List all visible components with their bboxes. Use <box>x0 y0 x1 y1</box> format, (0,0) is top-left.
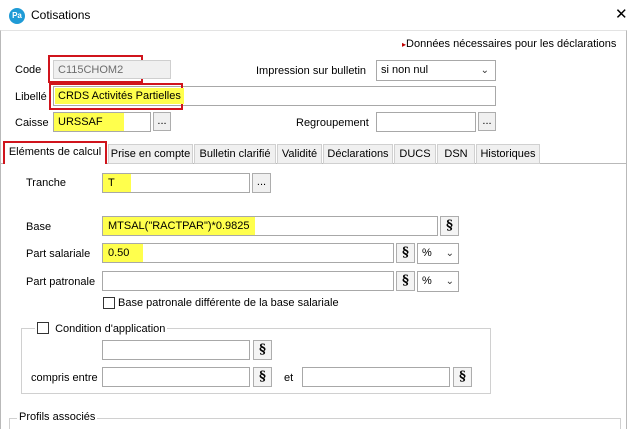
part-patronale-unit: % <box>422 275 432 287</box>
chevron-down-icon: ⌄ <box>445 276 454 287</box>
base-patronale-checkbox[interactable] <box>103 297 115 309</box>
libelle-label: Libellé <box>15 91 47 103</box>
required-fields-note: ▸Données nécessaires pour les déclaratio… <box>402 38 616 50</box>
condition-field[interactable] <box>102 340 250 360</box>
compris-entre-max-formula-button[interactable]: § <box>453 367 472 387</box>
tranche-lookup-button[interactable]: ... <box>252 173 271 193</box>
impression-value: si non nul <box>381 64 429 76</box>
app-logo-icon: Pa <box>9 8 25 24</box>
compris-entre-min-field[interactable] <box>102 367 250 387</box>
part-patronale-formula-button[interactable]: § <box>396 271 415 291</box>
caisse-lookup-button[interactable]: ... <box>153 112 171 131</box>
regroupement-lookup-button[interactable]: ... <box>478 112 496 131</box>
profils-group <box>9 418 621 429</box>
condition-checkbox[interactable] <box>37 322 49 334</box>
compris-entre-max-field[interactable] <box>302 367 450 387</box>
profils-legend: Profils associés <box>17 411 98 423</box>
tranche-label: Tranche <box>26 177 66 189</box>
part-salariale-unit-select[interactable]: % ⌄ <box>417 243 459 264</box>
base-value: MTSAL("RACTPAR")*0.9825 <box>103 217 255 235</box>
tab-validite[interactable]: Validité <box>277 144 322 164</box>
regroupement-field[interactable] <box>376 112 476 132</box>
regroupement-label: Regroupement <box>296 117 369 129</box>
window-title: Cotisations <box>31 8 91 22</box>
libelle-value: CRDS Activités Partielles <box>55 88 184 104</box>
close-icon[interactable]: ✕ <box>615 5 628 23</box>
condition-legend: Condition d'application <box>35 322 168 336</box>
caisse-label: Caisse <box>15 117 49 129</box>
tab-declarations[interactable]: Déclarations <box>323 144 393 164</box>
base-label: Base <box>26 221 52 233</box>
tab-historiques[interactable]: Historiques <box>476 144 540 164</box>
base-patronale-label: Base patronale différente de la base sal… <box>118 297 339 309</box>
part-salariale-unit: % <box>422 247 432 259</box>
part-salariale-value: 0.50 <box>103 244 143 262</box>
tab-bulletin-clarifie[interactable]: Bulletin clarifié <box>194 144 276 164</box>
tab-ducs[interactable]: DUCS <box>394 144 436 164</box>
tab-prise-en-compte[interactable]: Prise en compte <box>108 144 193 164</box>
chevron-down-icon: ⌄ <box>480 65 489 76</box>
part-salariale-formula-button[interactable]: § <box>396 243 415 263</box>
compris-entre-min-formula-button[interactable]: § <box>253 367 272 387</box>
tranche-value: T <box>103 174 131 192</box>
part-patronale-label: Part patronale <box>26 276 96 288</box>
part-salariale-label: Part salariale <box>26 248 91 260</box>
tab-dsn[interactable]: DSN <box>437 144 475 164</box>
compris-entre-label: compris entre <box>31 372 98 384</box>
condition-legend-text: Condition d'application <box>55 323 166 335</box>
impression-label: Impression sur bulletin <box>256 65 367 77</box>
condition-formula-button[interactable]: § <box>253 340 272 360</box>
et-label: et <box>284 372 294 384</box>
chevron-down-icon: ⌄ <box>445 248 454 259</box>
caisse-value: URSSAF <box>54 113 124 131</box>
title-bar: Pa Cotisations ✕ <box>0 0 629 30</box>
part-patronale-unit-select[interactable]: % ⌄ <box>417 271 459 292</box>
code-label: Code <box>15 64 42 76</box>
part-salariale-field[interactable] <box>102 243 394 263</box>
tab-elements-de-calcul[interactable]: Eléments de calcul <box>3 141 107 164</box>
impression-select[interactable]: si non nul ⌄ <box>376 60 496 81</box>
part-patronale-field[interactable] <box>102 271 394 291</box>
code-field[interactable]: C115CHOM2 <box>53 60 171 79</box>
note-text: Données nécessaires pour les déclaration… <box>406 38 617 50</box>
base-formula-button[interactable]: § <box>440 216 459 236</box>
